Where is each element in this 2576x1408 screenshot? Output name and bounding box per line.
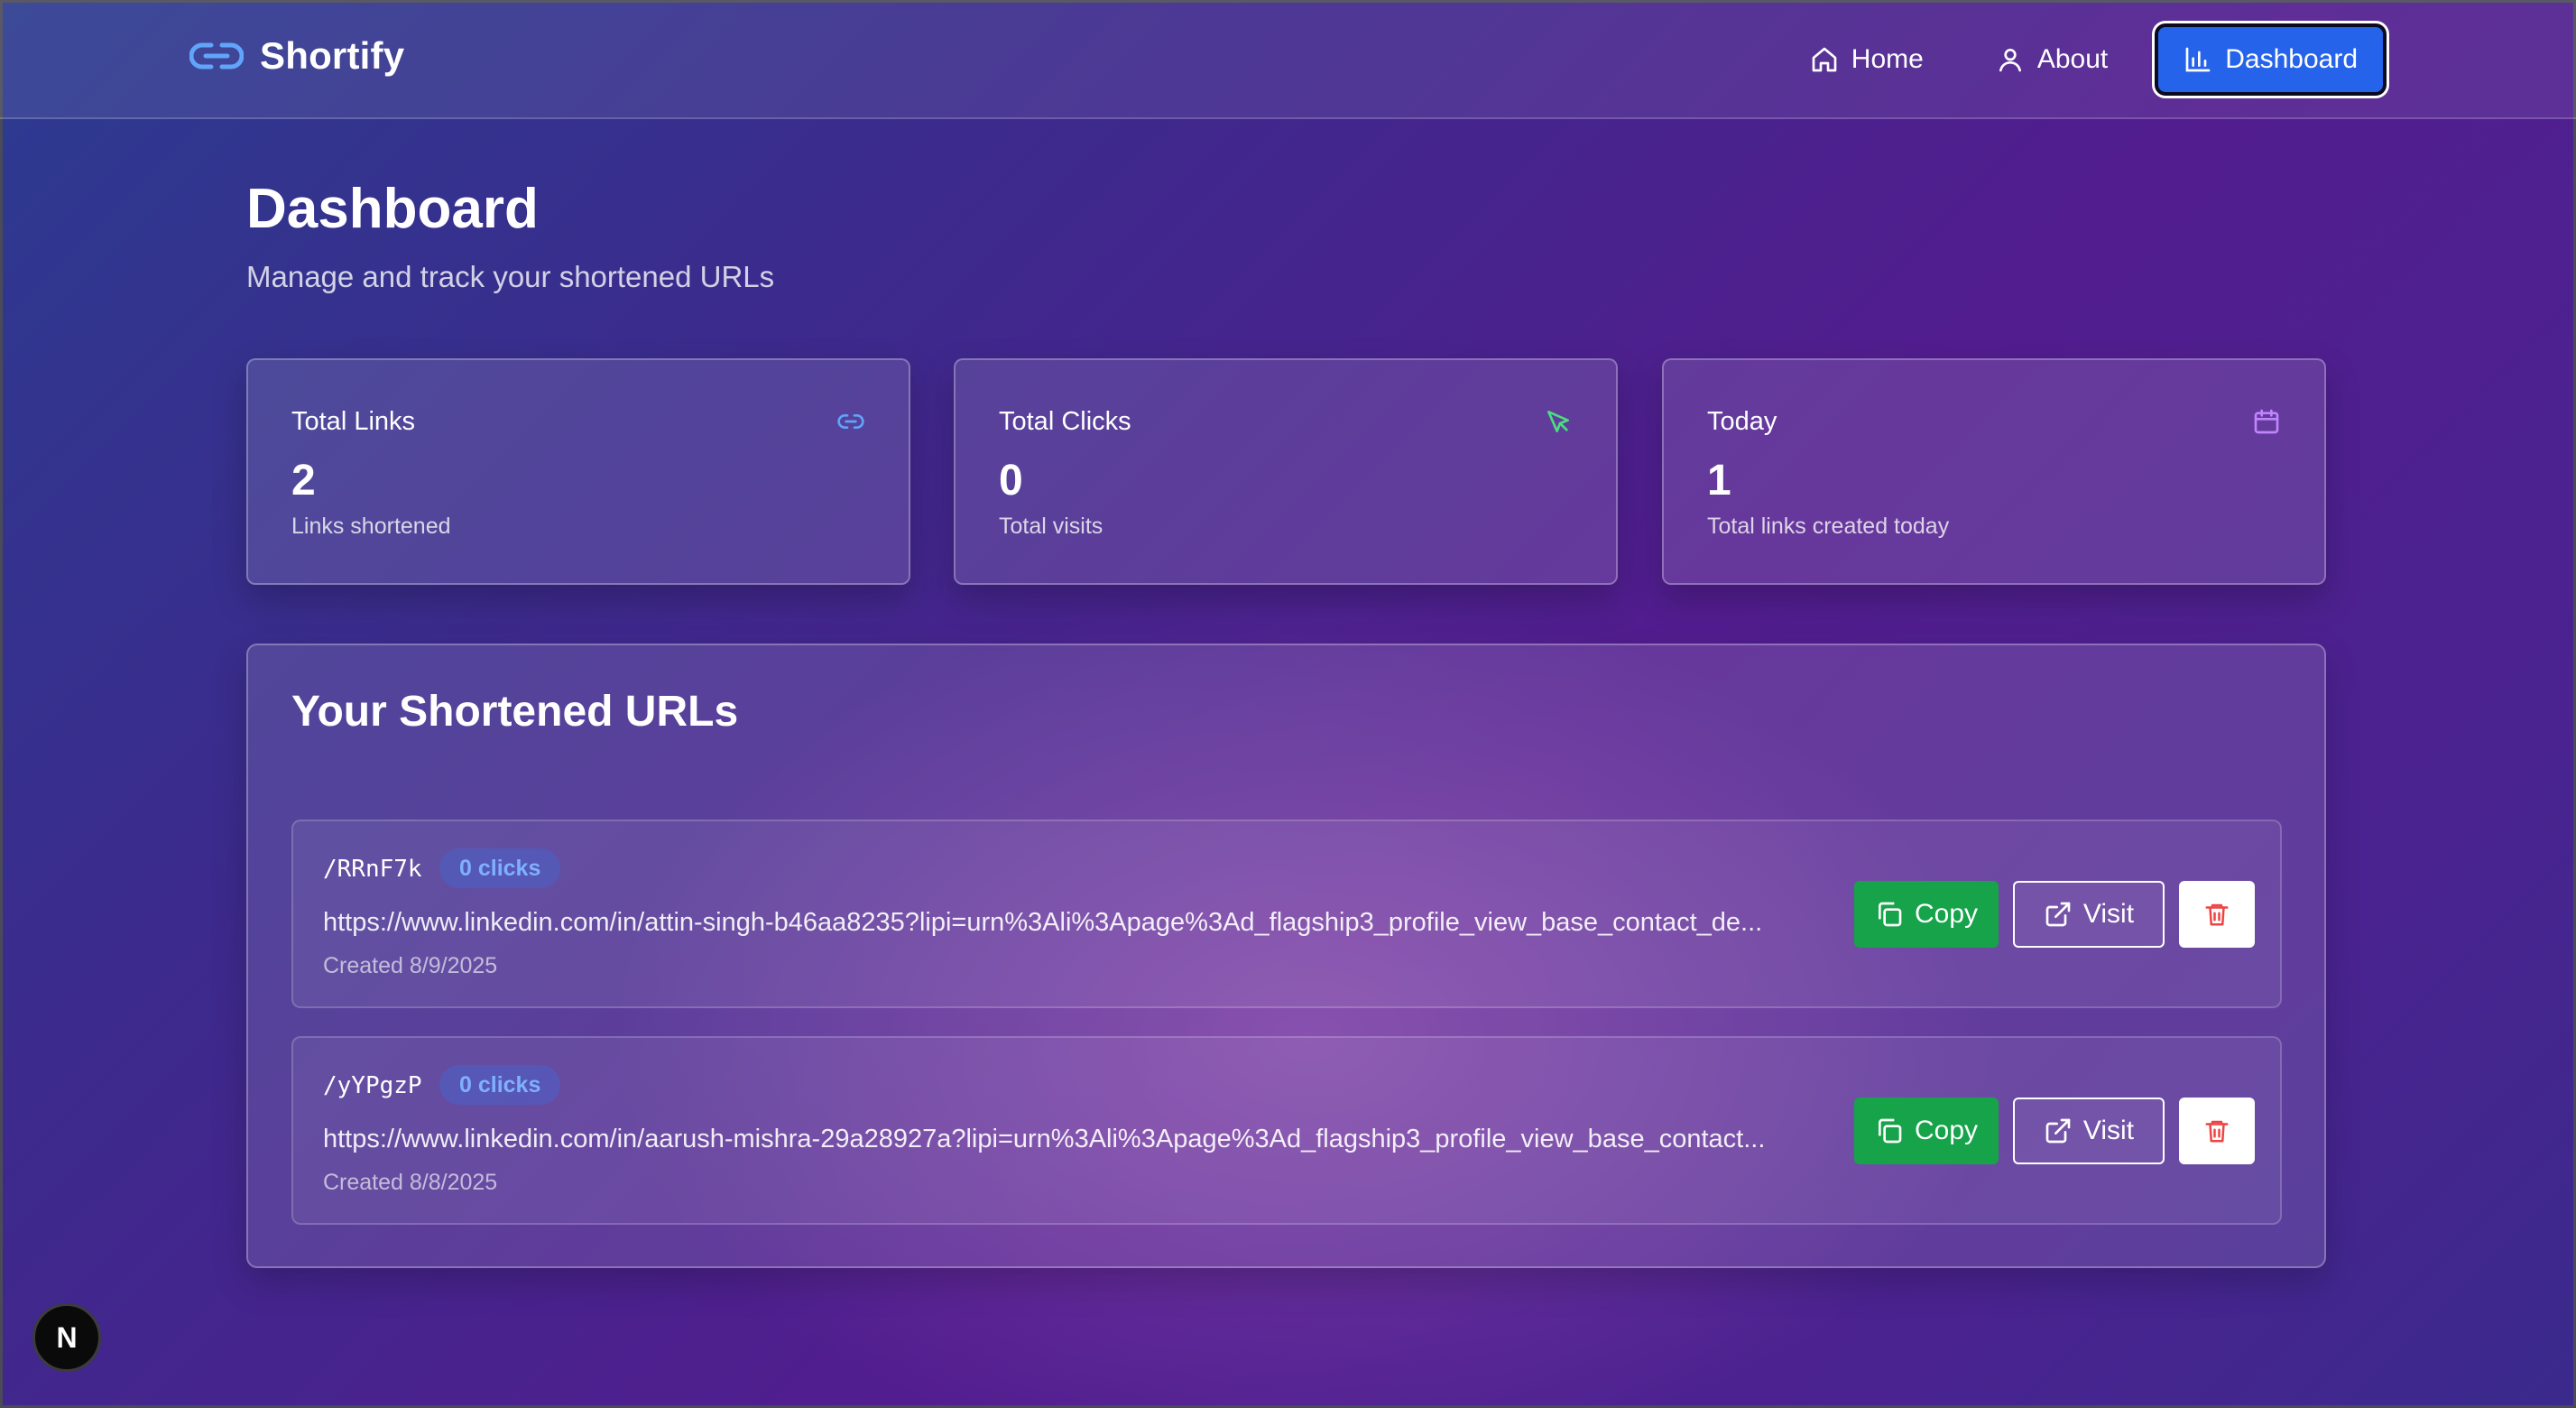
cursor-icon <box>1547 411 1569 432</box>
copy-icon <box>1878 902 1902 927</box>
stat-value: 1 <box>1707 457 1731 505</box>
url-item: /yYPgzP 0 clicks https://www.linkedin.co… <box>291 1036 2282 1225</box>
delete-button[interactable] <box>2179 1098 2255 1164</box>
stat-label: Total Links <box>291 407 416 436</box>
external-link-icon <box>2045 902 2071 927</box>
main-nav: Home About Dashboard <box>1785 23 2387 96</box>
nav-about[interactable]: About <box>1971 23 2133 96</box>
created-date: Created 8/8/2025 <box>323 1170 498 1195</box>
delete-button[interactable] <box>2179 881 2255 948</box>
stat-label: Today <box>1707 407 1777 436</box>
short-slug: /yYPgzP <box>323 1072 422 1099</box>
copy-label: Copy <box>1914 899 1979 929</box>
page-subtitle: Manage and track your shortened URLs <box>246 260 775 293</box>
calendar-icon <box>2254 409 2279 434</box>
stat-note: Total visits <box>999 514 1103 539</box>
brand-name: Shortify <box>260 34 405 77</box>
badge-letter: N <box>56 1320 78 1354</box>
stat-value: 2 <box>291 457 316 505</box>
stat-card-today: Today 1 Total links created today <box>1662 358 2326 585</box>
nextjs-dev-badge[interactable]: N <box>32 1303 101 1372</box>
copy-label: Copy <box>1914 1116 1979 1145</box>
original-url: https://www.linkedin.com/in/attin-singh-… <box>323 908 1763 937</box>
copy-button[interactable]: Copy <box>1854 881 1999 948</box>
short-slug: /RRnF7k <box>323 856 422 883</box>
link-icon <box>189 42 244 69</box>
stat-note: Links shortened <box>291 514 451 539</box>
bar-chart-icon <box>2185 47 2211 72</box>
user-icon <box>1999 49 2021 72</box>
brand-logo[interactable]: Shortify <box>189 34 404 78</box>
page-title: Dashboard <box>246 178 539 240</box>
copy-icon <box>1878 1118 1902 1144</box>
nav-about-label: About <box>2036 44 2109 74</box>
stat-note: Total links created today <box>1707 514 1950 539</box>
stat-label: Total Clicks <box>999 407 1131 436</box>
home-icon <box>1812 47 1837 72</box>
stat-card-total-links: Total Links 2 Links shortened <box>246 358 910 585</box>
visit-button[interactable]: Visit <box>2013 1098 2165 1164</box>
visit-label: Visit <box>2082 1116 2135 1145</box>
link-icon <box>837 414 864 429</box>
copy-button[interactable]: Copy <box>1854 1098 1999 1164</box>
original-url: https://www.linkedin.com/in/aarush-mishr… <box>323 1125 1766 1153</box>
trash-icon <box>2205 1120 2229 1143</box>
nav-dashboard[interactable]: Dashboard <box>2155 23 2387 96</box>
created-date: Created 8/9/2025 <box>323 953 498 978</box>
url-item: /RRnF7k 0 clicks https://www.linkedin.co… <box>291 820 2282 1008</box>
visit-label: Visit <box>2082 899 2135 929</box>
clicks-badge: 0 clicks <box>439 1065 561 1105</box>
shortened-urls-panel: Your Shortened URLs /RRnF7k 0 clicks htt… <box>246 644 2326 1268</box>
nav-home[interactable]: Home <box>1785 23 1949 96</box>
stat-card-total-clicks: Total Clicks 0 Total visits <box>954 358 1618 585</box>
navbar: Shortify Home About Dashboard <box>0 0 2576 119</box>
nav-dashboard-label: Dashboard <box>2225 44 2358 74</box>
stat-value: 0 <box>999 457 1023 505</box>
visit-button[interactable]: Visit <box>2013 881 2165 948</box>
trash-icon <box>2205 903 2229 926</box>
external-link-icon <box>2045 1118 2071 1144</box>
clicks-badge: 0 clicks <box>439 848 561 888</box>
nav-home-label: Home <box>1851 44 1924 74</box>
panel-title: Your Shortened URLs <box>291 688 739 736</box>
